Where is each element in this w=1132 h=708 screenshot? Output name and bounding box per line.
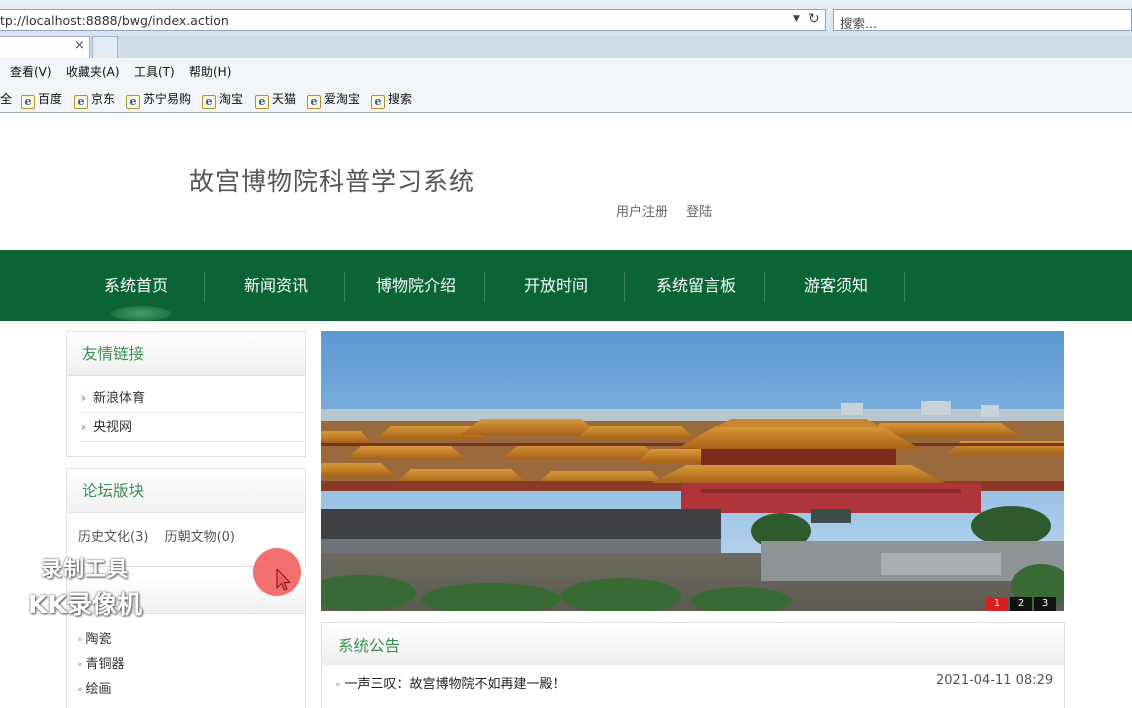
favorite-tmall[interactable]: e 天猫: [255, 90, 296, 109]
double-chevron-icon: »: [77, 635, 83, 645]
forum-list: 历史文化(3) 历朝文物(0): [78, 526, 247, 545]
ie-page-icon: e: [307, 95, 321, 109]
banner-page-2[interactable]: 2: [1010, 597, 1032, 611]
mouse-pointer-icon: [276, 568, 291, 591]
nav-divider: [624, 272, 625, 302]
chevron-right-icon: ›: [81, 391, 86, 405]
favorite-label: 爱淘宝: [324, 92, 361, 106]
favorite-label: 百度: [38, 92, 63, 106]
notice-item-date: 2021-04-11 08:29: [936, 673, 1054, 688]
favorite-label: 苏宁易购: [143, 92, 192, 106]
double-chevron-icon: »: [335, 680, 341, 690]
menu-bar: 查看(V) 收藏夹(A) 工具(T) 帮助(H): [0, 58, 1132, 84]
favorites-bar: 全 e 百度 e 京东 e 苏宁易购 e 淘宝 e 天猫 e 爱淘宝 e 搜索: [0, 84, 1132, 112]
friend-links-title: 友情链接: [67, 332, 305, 376]
category-label: 青铜器: [85, 657, 125, 672]
nav-divider: [204, 272, 205, 302]
browser-search-input[interactable]: 搜索...: [833, 9, 1132, 31]
favorite-label: 搜索: [388, 92, 413, 106]
favorite-baidu[interactable]: e 百度: [21, 90, 62, 109]
nav-message-board[interactable]: 系统留言板: [626, 250, 766, 321]
recording-watermark: 录制工具 KK录像机: [10, 553, 160, 621]
register-link[interactable]: 用户注册: [616, 205, 668, 220]
category-item[interactable]: » 青铜器: [77, 653, 125, 672]
nav-divider: [904, 272, 905, 302]
refresh-icon[interactable]: ↻: [808, 11, 820, 27]
favorite-search[interactable]: e 搜索: [371, 90, 412, 109]
menu-help[interactable]: 帮助(H): [189, 63, 231, 80]
friend-link-label: 新浪体育: [93, 391, 146, 406]
watermark-line-2: KK录像机: [28, 590, 142, 619]
ie-page-icon: e: [21, 95, 35, 109]
tab-strip: ×: [0, 36, 1132, 58]
address-row: tp://localhost:8888/bwg/index.action ▼ ↻…: [0, 0, 1132, 36]
category-item[interactable]: » 绘画: [77, 678, 112, 697]
login-link[interactable]: 登陆: [686, 205, 712, 220]
banner-page-3[interactable]: 3: [1034, 597, 1056, 611]
chevron-right-icon: ›: [81, 420, 86, 434]
friend-link-label: 央视网: [93, 420, 133, 435]
ie-page-icon: e: [74, 95, 88, 109]
account-links: 用户注册 登陆: [616, 201, 726, 220]
favorite-taobao[interactable]: e 淘宝: [202, 90, 243, 109]
nav-divider: [764, 272, 765, 302]
nav-home[interactable]: 系统首页: [66, 250, 206, 321]
close-tab-icon[interactable]: ×: [74, 38, 85, 53]
favorite-partial[interactable]: 全: [0, 90, 12, 107]
forum-history-culture[interactable]: 历史文化(3): [78, 530, 148, 545]
browser-chrome: tp://localhost:8888/bwg/index.action ▼ ↻…: [0, 0, 1132, 113]
nav-divider: [344, 272, 345, 302]
category-item[interactable]: » 陶瓷: [77, 628, 112, 647]
ie-page-icon: e: [126, 95, 140, 109]
menu-tools[interactable]: 工具(T): [134, 63, 175, 80]
favorite-jd[interactable]: e 京东: [74, 90, 115, 109]
search-placeholder: 搜索...: [840, 16, 877, 31]
ie-page-icon: e: [202, 95, 216, 109]
category-label: 陶瓷: [85, 632, 112, 647]
address-dropdown-icon[interactable]: ▼: [793, 14, 800, 24]
favorite-label: 淘宝: [219, 92, 244, 106]
nav-opening-hours[interactable]: 开放时间: [486, 250, 626, 321]
notice-item[interactable]: » 一声三叹：故宫博物院不如再建一殿！: [335, 673, 566, 692]
favorite-label: 京东: [91, 92, 116, 106]
nav-news[interactable]: 新闻资讯: [206, 250, 346, 321]
forbidden-city-photo: [321, 331, 1064, 611]
address-bar[interactable]: tp://localhost:8888/bwg/index.action ▼ ↻: [0, 9, 826, 31]
nav-divider: [484, 272, 485, 302]
menu-view[interactable]: 查看(V): [10, 63, 52, 80]
category-label: 绘画: [85, 682, 112, 697]
notice-item-title: 一声三叹：故宫博物院不如再建一殿！: [344, 677, 566, 692]
click-highlight: [253, 548, 301, 596]
browser-tab[interactable]: ×: [0, 36, 90, 58]
address-text: tp://localhost:8888/bwg/index.action: [0, 13, 229, 28]
nav-visitor-notice[interactable]: 游客须知: [766, 250, 906, 321]
double-chevron-icon: »: [77, 685, 83, 695]
forum-dynasty-relics[interactable]: 历朝文物(0): [165, 530, 235, 545]
nav-museum-intro[interactable]: 博物院介绍: [346, 250, 486, 321]
menu-favorites[interactable]: 收藏夹(A): [66, 63, 120, 80]
notice-panel: 系统公告 » 一声三叹：故宫博物院不如再建一殿！ 2021-04-11 08:29: [321, 622, 1065, 708]
favorite-aitaobao[interactable]: e 爱淘宝: [307, 90, 360, 109]
banner-slideshow[interactable]: 1 2 3: [321, 331, 1064, 611]
friend-link-item[interactable]: › 央视网: [79, 413, 303, 442]
favorite-label: 天猫: [272, 92, 297, 106]
new-tab-button[interactable]: [92, 36, 118, 58]
watermark-line-1: 录制工具: [41, 557, 129, 581]
double-chevron-icon: »: [77, 660, 83, 670]
friend-links-panel: 友情链接 › 新浪体育 › 央视网: [66, 331, 306, 457]
banner-page-1[interactable]: 1: [986, 597, 1008, 611]
main-nav: 系统首页 新闻资讯 博物院介绍 开放时间 系统留言板 游客须知: [0, 250, 1132, 321]
favorite-suning[interactable]: e 苏宁易购: [126, 90, 191, 109]
forum-title: 论坛版块: [67, 469, 305, 513]
ie-page-icon: e: [255, 95, 269, 109]
friend-link-item[interactable]: › 新浪体育: [79, 384, 303, 413]
ie-page-icon: e: [371, 95, 385, 109]
notice-title: 系统公告: [322, 623, 1064, 665]
site-title: 故宫博物院科普学习系统: [189, 167, 476, 196]
